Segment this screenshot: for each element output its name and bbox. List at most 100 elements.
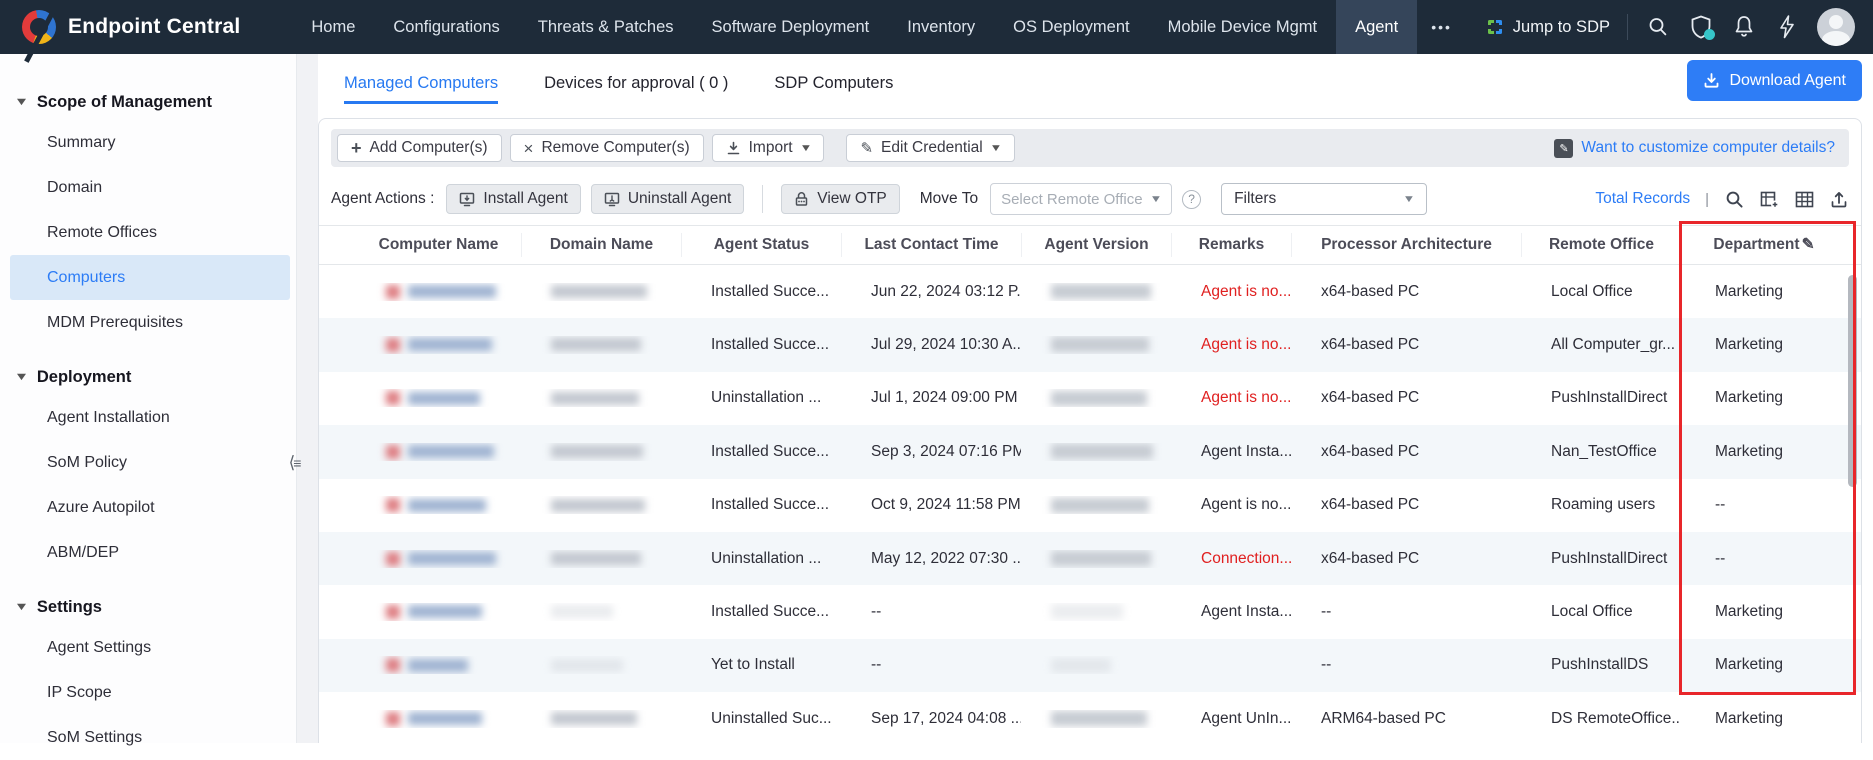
sidebar-item-domain[interactable]: Domain (0, 165, 296, 210)
table-row[interactable]: Installed Succe... Sep 3, 2024 07:16 PM Ag… (319, 425, 1861, 479)
cell-computer-name[interactable] (356, 550, 521, 568)
sidebar-item-mdm-prerequisites[interactable]: MDM Prerequisites (0, 300, 296, 345)
column-header-processor-architecture[interactable]: Processor Architecture (1291, 233, 1521, 257)
column-header-last-contact-time[interactable]: Last Contact Time (841, 233, 1021, 257)
total-records-link[interactable]: Total Records (1595, 190, 1690, 208)
cell-agent-version (1021, 283, 1171, 301)
column-header-department[interactable]: Department ✎ (1681, 233, 1846, 257)
table-row[interactable]: Installed Succe... Oct 9, 2024 11:58 PM Ag… (319, 479, 1861, 532)
help-icon[interactable]: ? (1182, 189, 1202, 209)
quick-actions-bolt-icon[interactable] (1774, 14, 1800, 40)
sidebar-collapse-icon[interactable]: ⟨ ≡ (278, 448, 312, 478)
remote-office-select[interactable]: Select Remote Office ▼ (990, 183, 1173, 215)
cell-processor-architecture: x64-based PC (1321, 336, 1420, 354)
column-header-computer-name[interactable]: Computer Name (356, 233, 521, 257)
import-button[interactable]: Import ▼ (711, 134, 825, 162)
view-otp-button[interactable]: View OTP (781, 184, 900, 214)
nav-item-os-deployment[interactable]: OS Deployment (994, 0, 1148, 54)
export-icon[interactable] (1829, 189, 1849, 209)
sidebar-item-abm-dep[interactable]: ABM/DEP (0, 530, 296, 575)
cell-remarks: Agent UnIn... (1201, 709, 1291, 727)
column-header-agent-status[interactable]: Agent Status (681, 233, 841, 257)
column-header-agent-version[interactable]: Agent Version (1021, 233, 1171, 257)
search-icon[interactable] (1645, 14, 1671, 40)
table-search-icon[interactable] (1724, 189, 1744, 209)
table-row[interactable]: Uninstallation ... May 12, 2022 07:30 ...… (319, 531, 1861, 586)
install-agent-button[interactable]: Install Agent (446, 184, 581, 214)
sidebar-item-som-settings[interactable]: SoM Settings (0, 715, 296, 760)
chevron-down-icon: ▼ (1149, 193, 1163, 205)
cell-computer-name[interactable] (356, 443, 521, 461)
sidebar-item-azure-autopilot[interactable]: Azure Autopilot (0, 485, 296, 530)
content-gutter (297, 54, 318, 743)
redacted-domain-name (551, 605, 613, 619)
edit-credential-button[interactable]: ✎ Edit Credential ▼ (846, 134, 1015, 162)
nav-item-threats-patches[interactable]: Threats & Patches (519, 0, 693, 54)
add-column-icon[interactable] (1759, 189, 1779, 209)
sidebar-section-settings: ▼ Settings Agent Settings IP Scope SoM Setti… (0, 589, 296, 760)
notifications-bell-icon[interactable] (1731, 14, 1757, 40)
cell-agent-status: Installed Succe... (711, 282, 830, 300)
user-avatar[interactable] (1817, 8, 1855, 46)
table-row[interactable]: Installed Succe... -- Agent Insta... -- Loca… (319, 585, 1861, 638)
table-row[interactable]: Uninstalled Suc... Sep 17, 2024 04:08 ...… (319, 692, 1861, 743)
sidebar-item-agent-installation[interactable]: Agent Installation (0, 395, 296, 440)
table-row[interactable]: Yet to Install -- -- PushInstallDS Marketing (319, 638, 1861, 693)
uninstall-agent-button[interactable]: Uninstall Agent (590, 184, 745, 214)
nav-item-mobile-device-mgmt[interactable]: Mobile Device Mgmt (1149, 0, 1336, 54)
download-agent-button[interactable]: Download Agent (1687, 60, 1862, 101)
sidebar-item-som-policy[interactable]: SoM Policy (0, 440, 296, 485)
nav-item-software-deployment[interactable]: Software Deployment (693, 0, 889, 54)
sidebar-item-computers[interactable]: Computers (10, 255, 290, 300)
column-header-remote-office[interactable]: Remote Office (1521, 233, 1681, 257)
filters-dropdown[interactable]: Filters ▼ (1221, 183, 1428, 215)
add-computers-button[interactable]: + Add Computer(s) (337, 134, 502, 162)
nav-item-home[interactable]: Home (292, 0, 374, 54)
sidebar-header-settings[interactable]: ▼ Settings (0, 589, 296, 625)
table-scrollbar[interactable] (1848, 275, 1857, 487)
sidebar-item-agent-settings[interactable]: Agent Settings (0, 625, 296, 670)
divider (762, 185, 764, 213)
cell-computer-name[interactable] (356, 656, 521, 674)
tab-sdp-computers[interactable]: SDP Computers (774, 60, 893, 104)
column-header-remarks[interactable]: Remarks (1171, 233, 1291, 257)
cell-computer-name[interactable] (356, 496, 521, 514)
column-header-domain-name[interactable]: Domain Name (521, 233, 681, 257)
cell-remarks: Agent is no... (1201, 282, 1291, 300)
table-row[interactable]: Installed Succe... Jul 29, 2024 10:30 A..… (319, 318, 1861, 372)
sidebar-item-ip-scope[interactable]: IP Scope (0, 670, 296, 715)
department-edit-icon[interactable]: ✎ (1802, 236, 1815, 253)
table-row[interactable]: Installed Succe... Jun 22, 2024 03:12 P..… (319, 265, 1861, 318)
nav-item-inventory[interactable]: Inventory (888, 0, 994, 54)
cell-computer-name[interactable] (356, 389, 521, 407)
sidebar-header-deployment[interactable]: ▼ Deployment (0, 359, 296, 395)
cell-agent-version (1021, 443, 1171, 461)
nav-item-agent[interactable]: Agent (1336, 0, 1418, 54)
computer-icon (386, 658, 400, 673)
security-shield-icon[interactable] (1688, 14, 1715, 40)
tab-managed-computers[interactable]: Managed Computers (344, 60, 499, 104)
table-row[interactable]: Uninstallation ... Jul 1, 2024 09:00 PM Ag… (319, 372, 1861, 425)
cell-computer-name[interactable] (356, 283, 521, 301)
tab-devices-for-approval-0[interactable]: Devices for approval ( 0 ) (544, 60, 728, 104)
cell-remote-office: All Computer_gr... (1551, 336, 1676, 354)
customize-details-link[interactable]: ✎ Want to customize computer details? (1554, 138, 1843, 158)
sidebar-header-scope-of-management[interactable]: ▼ Scope of Management (0, 84, 296, 120)
jump-to-sdp-button[interactable]: Jump to SDP (1485, 17, 1610, 37)
cell-computer-name[interactable] (356, 336, 521, 354)
sidebar-item-summary[interactable]: Summary (0, 120, 296, 165)
cell-computer-name[interactable] (356, 710, 521, 728)
cell-computer-name[interactable] (356, 603, 521, 621)
nav-item-configurations[interactable]: Configurations (374, 0, 518, 54)
brand-title: Endpoint Central (68, 15, 241, 38)
remove-computers-button[interactable]: × Remove Computer(s) (509, 134, 704, 162)
install-agent-label: Install Agent (483, 190, 568, 207)
cell-processor-architecture: -- (1321, 603, 1332, 621)
sidebar-item-remote-offices[interactable]: Remote Offices (0, 210, 296, 255)
sidebar-header-label: Scope of Management (36, 92, 213, 111)
nav-overflow-menu[interactable]: ••• (1417, 19, 1466, 35)
cell-agent-version (1021, 550, 1171, 568)
cell-remote-office: PushInstallDirect (1551, 549, 1668, 567)
table-view-icon[interactable] (1794, 189, 1814, 209)
cell-agent-status: Installed Succe... (711, 496, 830, 514)
